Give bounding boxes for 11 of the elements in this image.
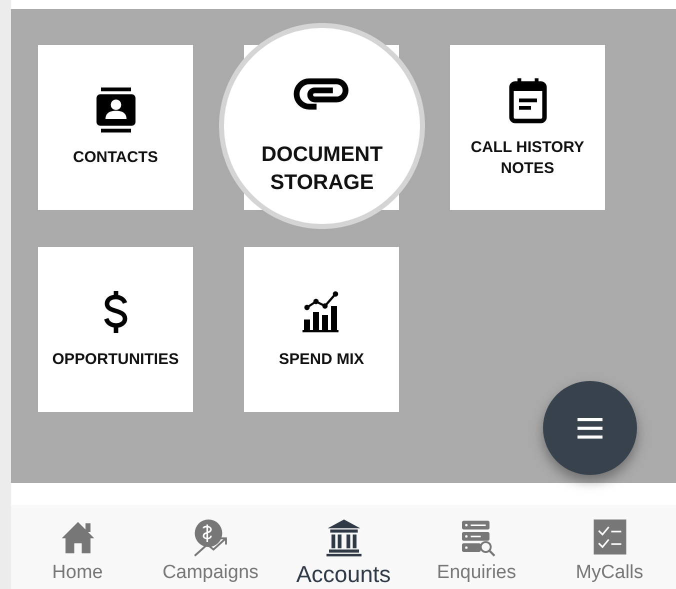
- nav-tab[interactable]: Campaigns: [144, 505, 277, 589]
- nav-tab[interactable]: Enquiries: [410, 505, 543, 589]
- bank-building-icon: [324, 517, 364, 557]
- nav-tab[interactable]: MyCalls: [543, 505, 676, 589]
- menu-tile[interactable]: OPPORTUNITIES: [38, 247, 193, 412]
- nav-tab[interactable]: Home: [11, 505, 144, 589]
- menu-tile[interactable]: CALL HISTORY NOTES: [450, 45, 605, 210]
- menu-tile[interactable]: CONTACTS: [38, 45, 193, 210]
- nav-tab[interactable]: Accounts: [277, 505, 410, 589]
- menu-tile[interactable]: SPEND MIX: [244, 247, 399, 412]
- magnified-tile[interactable]: DOCUMENT STORAGE: [219, 23, 425, 229]
